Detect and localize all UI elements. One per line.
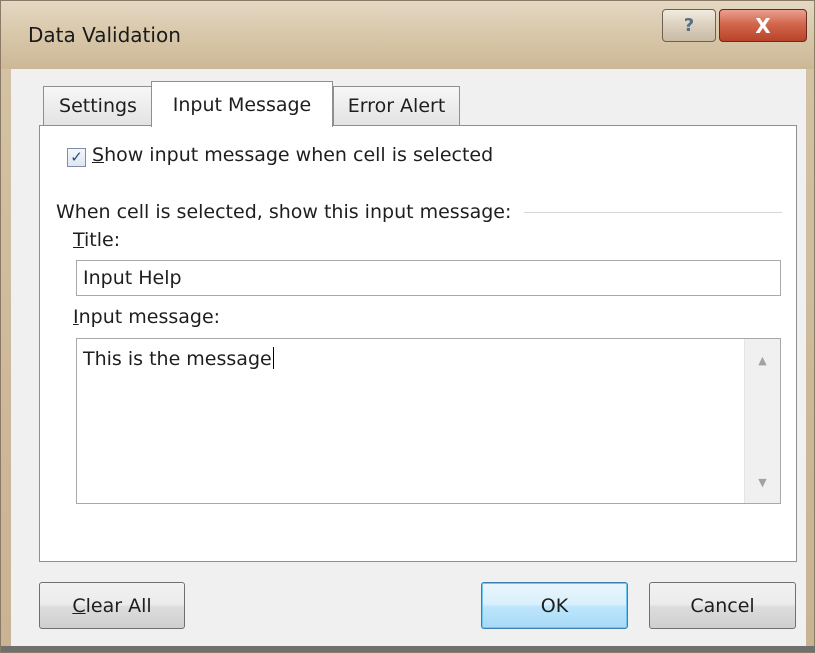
title-label: Title: (73, 229, 121, 251)
ok-label: OK (540, 594, 569, 617)
tab-settings[interactable]: Settings (43, 86, 153, 125)
help-icon: ? (683, 15, 695, 36)
clear-all-button[interactable]: Clear All (39, 582, 185, 629)
show-input-message-label[interactable]: Show input message when cell is selected (92, 144, 493, 166)
close-icon: X (755, 13, 771, 38)
scroll-down-icon[interactable]: ▼ (745, 467, 780, 497)
tab-input-message[interactable]: Input Message (151, 81, 333, 127)
tab-label: Error Alert (347, 95, 446, 117)
tab-error-alert[interactable]: Error Alert (333, 86, 460, 125)
close-button[interactable]: X (719, 9, 807, 42)
scroll-up-icon[interactable]: ▲ (745, 345, 780, 375)
clear-all-label: Clear All (72, 594, 152, 617)
tab-label: Settings (59, 95, 137, 117)
ok-button[interactable]: OK (481, 582, 628, 629)
input-message-panel: ✓ Show input message when cell is select… (39, 125, 797, 562)
group-divider (524, 212, 782, 213)
cancel-button[interactable]: Cancel (649, 582, 796, 629)
checkmark-icon: ✓ (70, 148, 83, 166)
show-input-message-checkbox[interactable]: ✓ (67, 148, 86, 167)
data-validation-dialog: Data Validation ? X Settings Input Messa… (0, 0, 815, 653)
title-input[interactable] (76, 260, 781, 296)
group-label: When cell is selected, show this input m… (56, 201, 512, 223)
window-bottom-edge (1, 646, 815, 652)
cancel-label: Cancel (690, 594, 755, 617)
dialog-body: Settings Input Message Error Alert ✓ Sho… (11, 69, 806, 649)
vertical-scrollbar[interactable]: ▲ ▼ (744, 339, 780, 503)
input-message-textarea[interactable]: This is the message ▲ ▼ (76, 338, 781, 504)
title-bar[interactable]: Data Validation ? X (1, 1, 814, 69)
help-button[interactable]: ? (662, 9, 716, 42)
input-message-label: Input message: (73, 306, 221, 328)
input-message-text: This is the message (83, 347, 274, 370)
tab-label: Input Message (172, 93, 312, 116)
dialog-title: Data Validation (28, 23, 181, 47)
text-caret (272, 347, 274, 369)
